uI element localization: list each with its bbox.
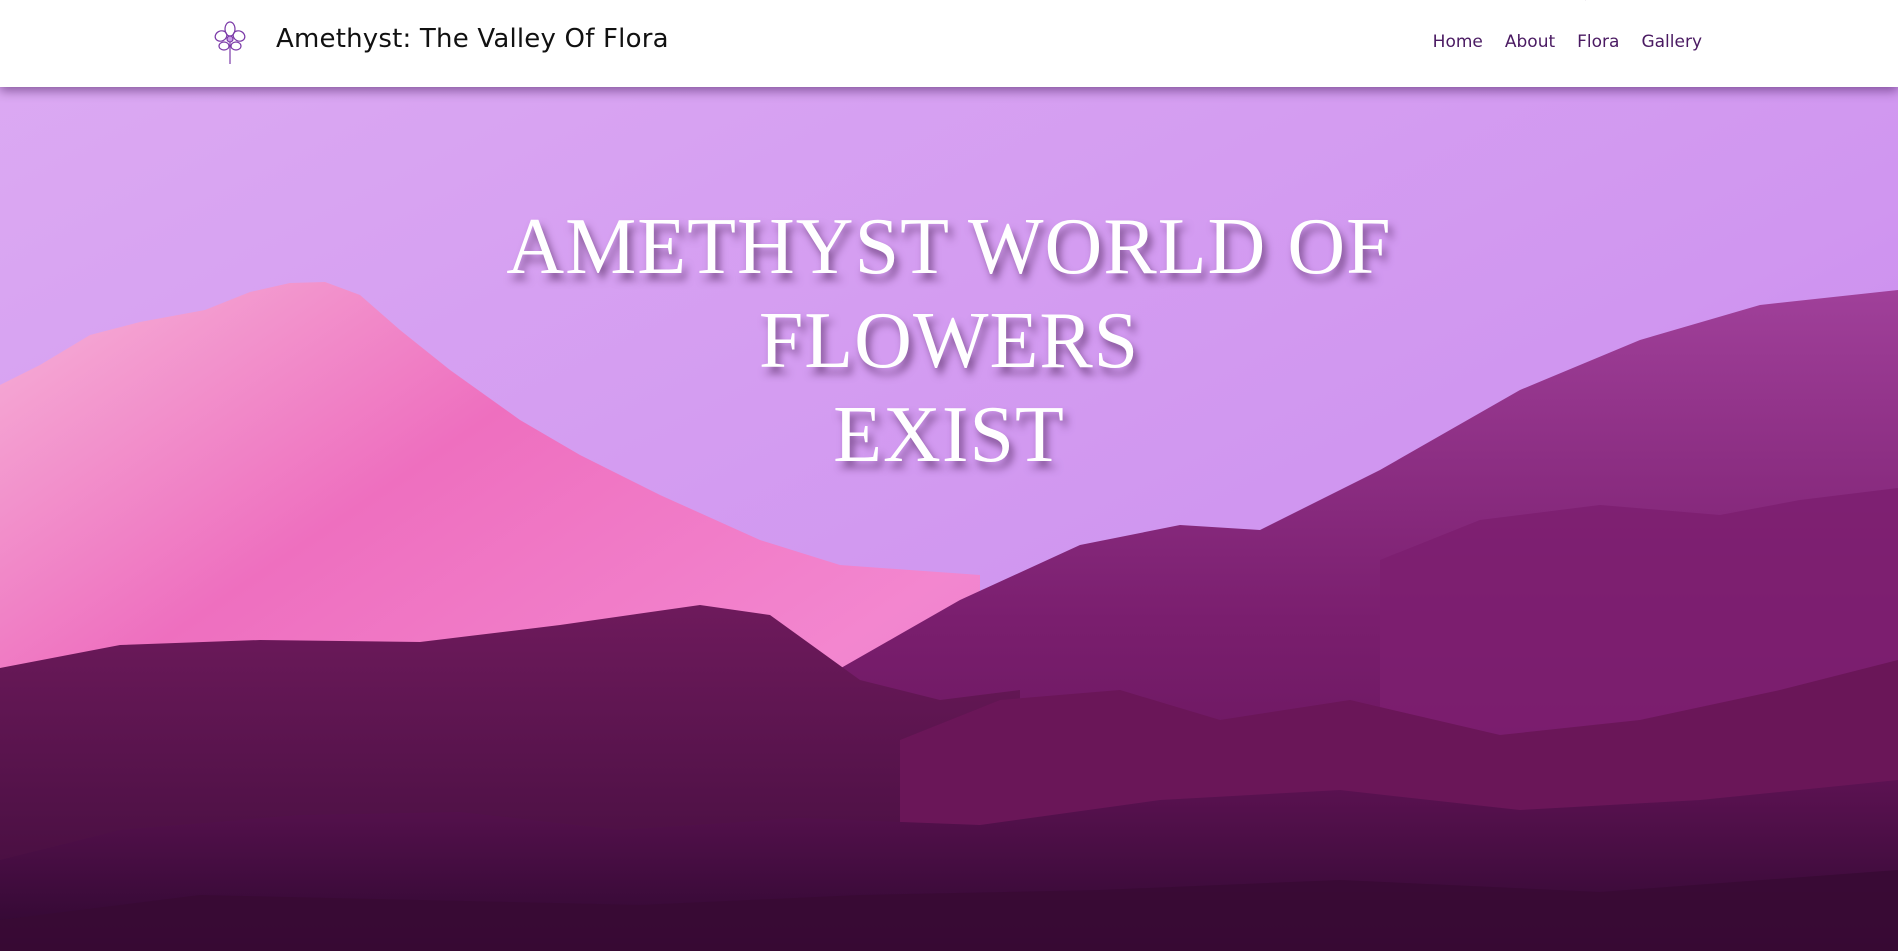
hero-section: AMETHYST WORLD OF FLOWERS EXIST (0, 0, 1898, 951)
nav-gallery-link[interactable]: Gallery (1641, 32, 1702, 52)
navbar: Amethyst: The Valley Of Flora Home About… (0, 0, 1898, 87)
hero-heading-line-3: EXIST (833, 391, 1065, 479)
decorative-mark (1585, 0, 1586, 1)
site-title[interactable]: Amethyst: The Valley Of Flora (276, 24, 669, 54)
nav-about-link[interactable]: About (1505, 32, 1555, 52)
hero-heading-line-2: FLOWERS (758, 297, 1140, 385)
nav-flora-link[interactable]: Flora (1577, 32, 1619, 52)
hero-heading: AMETHYST WORLD OF FLOWERS EXIST (0, 200, 1898, 482)
orchid-flower-icon[interactable] (213, 20, 247, 66)
hero-heading-line-1: AMETHYST WORLD OF (506, 203, 1392, 291)
main-nav: Home About Flora Gallery (1433, 32, 1702, 52)
nav-home-link[interactable]: Home (1433, 32, 1483, 52)
